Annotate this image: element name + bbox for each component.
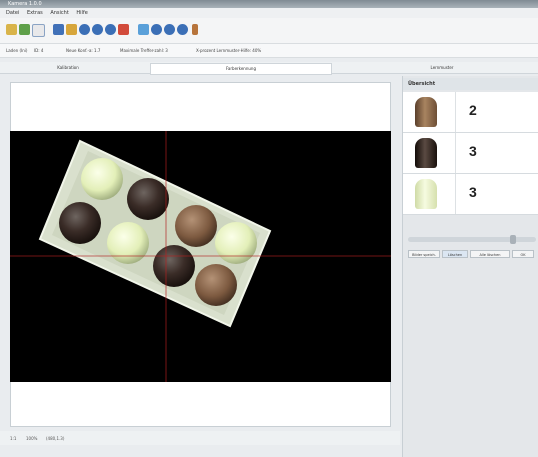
refresh-icon[interactable] bbox=[19, 24, 30, 35]
play-icon[interactable] bbox=[92, 24, 103, 35]
list-item[interactable]: 3 bbox=[403, 133, 538, 174]
praline-white bbox=[215, 222, 257, 264]
row-divider bbox=[455, 92, 456, 132]
param-percent[interactable]: X-prozent Lernmuster-Hilfe: 40% bbox=[196, 48, 261, 53]
zoom-out-icon[interactable] bbox=[164, 24, 175, 35]
status-bar: 1:1 100% (480,1.3) bbox=[0, 431, 400, 445]
param-conf[interactable]: Neue Konf.-a: 1.7 bbox=[66, 48, 100, 53]
praline-milk bbox=[175, 205, 217, 247]
save-icon[interactable] bbox=[53, 24, 64, 35]
image-icon[interactable] bbox=[66, 24, 77, 35]
menu-file[interactable]: Datei bbox=[6, 10, 19, 16]
praline-dark bbox=[59, 202, 101, 244]
fit-icon[interactable] bbox=[177, 24, 188, 35]
param-load[interactable]: Laden (Ini) bbox=[6, 48, 27, 53]
status-coordinates: (480,1.3) bbox=[46, 436, 65, 441]
save-images-button[interactable]: Bilder speich. bbox=[408, 250, 440, 258]
ok-button[interactable]: OK bbox=[512, 250, 534, 258]
open-folder-icon[interactable] bbox=[6, 24, 17, 35]
param-max-hits[interactable]: Maximale Treffer-zahl: 3 bbox=[120, 48, 168, 53]
praline-count: 2 bbox=[469, 102, 477, 118]
camera-icon[interactable] bbox=[138, 24, 149, 35]
delete-all-button[interactable]: Alle löschen bbox=[470, 250, 510, 258]
threshold-slider[interactable] bbox=[408, 237, 536, 242]
praline-dark bbox=[153, 245, 195, 287]
status-zoom: 100% bbox=[26, 436, 38, 441]
parameters-bar: Laden (Ini) ID: 4 Neue Konf.-a: 1.7 Maxi… bbox=[0, 44, 538, 58]
praline-count: 3 bbox=[469, 184, 477, 200]
praline-white bbox=[81, 158, 123, 200]
milk-chocolate-praline-icon bbox=[415, 97, 437, 127]
status-scale: 1:1 bbox=[10, 436, 17, 441]
list-item[interactable]: 2 bbox=[403, 92, 538, 133]
delete-icon[interactable] bbox=[118, 24, 129, 35]
exit-icon[interactable] bbox=[192, 24, 198, 35]
panel-header: Übersicht bbox=[403, 78, 538, 90]
new-document-icon[interactable] bbox=[32, 24, 45, 37]
praline-milk bbox=[195, 264, 237, 306]
panel-buttons: Bilder speich. Löschen Alle löschen OK bbox=[408, 250, 538, 258]
menu-extras[interactable]: Extras bbox=[27, 10, 43, 16]
list-item[interactable]: 3 bbox=[403, 174, 538, 215]
zoom-in-icon[interactable] bbox=[151, 24, 162, 35]
tab-bar: Kalibration Farberkennung Lernmuster bbox=[0, 62, 538, 75]
praline-white bbox=[107, 222, 149, 264]
menu-view[interactable]: Ansicht bbox=[50, 10, 68, 16]
menu-help[interactable]: Hilfe bbox=[76, 10, 87, 16]
row-divider bbox=[455, 133, 456, 173]
tab-learn-pattern[interactable]: Lernmuster bbox=[352, 63, 532, 73]
record-icon[interactable] bbox=[79, 24, 90, 35]
delete-button[interactable]: Löschen bbox=[442, 250, 468, 258]
tab-calibration[interactable]: Kalibration bbox=[8, 63, 128, 73]
tab-color-detection[interactable]: Farberkennung bbox=[150, 63, 332, 75]
slider-handle[interactable] bbox=[510, 235, 516, 244]
window-title: Kamera 1.0.0 bbox=[8, 1, 42, 7]
stop-icon[interactable] bbox=[105, 24, 116, 35]
camera-frame[interactable] bbox=[10, 131, 391, 382]
praline-count: 3 bbox=[469, 143, 477, 159]
title-bar: Kamera 1.0.0 bbox=[0, 0, 538, 8]
toolbar bbox=[0, 18, 538, 44]
row-divider bbox=[455, 174, 456, 214]
menu-bar: Datei Extras Ansicht Hilfe bbox=[0, 8, 538, 18]
param-id[interactable]: ID: 4 bbox=[34, 48, 43, 53]
dark-chocolate-praline-icon bbox=[415, 138, 437, 168]
praline-dark bbox=[127, 178, 169, 220]
white-chocolate-praline-icon bbox=[415, 179, 437, 209]
camera-image bbox=[10, 131, 391, 382]
